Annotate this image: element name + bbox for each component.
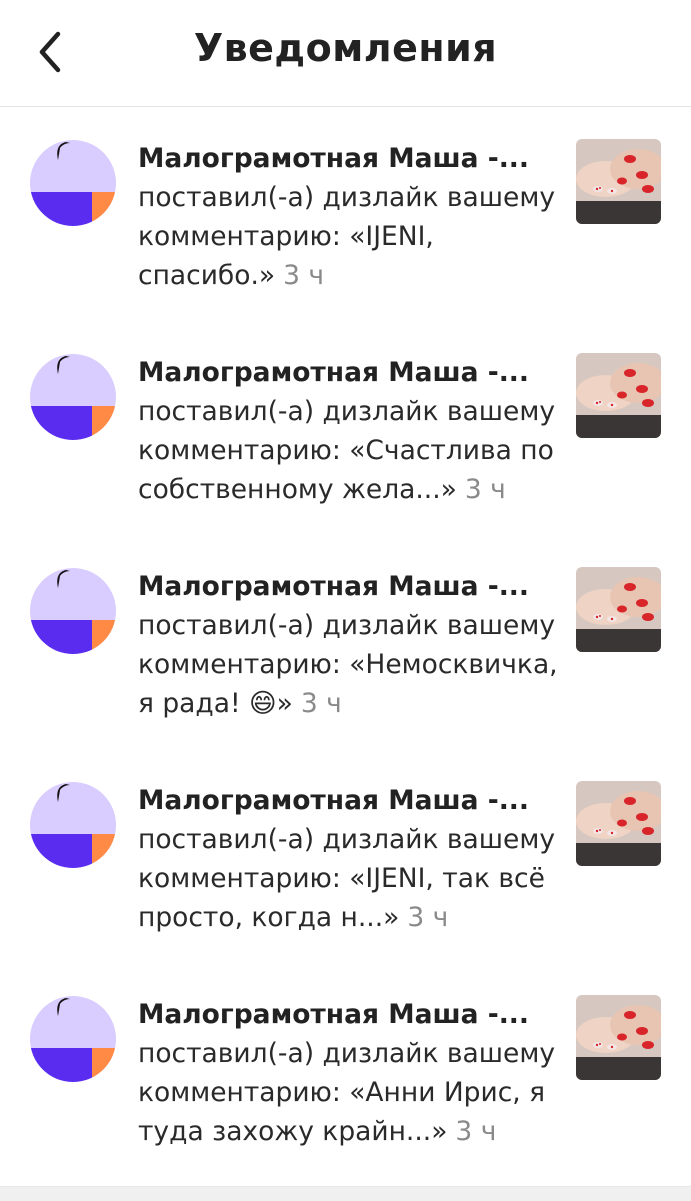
- page-title: Уведомления: [193, 26, 498, 70]
- avatar[interactable]: [30, 782, 116, 868]
- notification-list: Малограмотная Маша -... поставил(-а) дизл…: [0, 107, 691, 1177]
- notification-text: Малограмотная Маша -... поставил(-а) дизл…: [138, 353, 558, 509]
- notification-action: поставил(-а) дизлайк вашему комментарию:…: [138, 824, 556, 933]
- avatar[interactable]: [30, 140, 116, 226]
- user-name[interactable]: Малограмотная Маша -...: [138, 781, 558, 820]
- notification-time: 3 ч: [464, 474, 506, 505]
- comment-thumbnail[interactable]: [576, 139, 661, 224]
- comment-thumbnail[interactable]: [576, 781, 661, 866]
- user-name[interactable]: Малограмотная Маша -...: [138, 139, 558, 178]
- notification-item[interactable]: Малограмотная Маша -... поставил(-а) дизл…: [0, 535, 691, 749]
- notification-text: Малограмотная Маша -... поставил(-а) дизл…: [138, 567, 558, 723]
- notification-text: Малограмотная Маша -... поставил(-а) дизл…: [138, 781, 558, 937]
- avatar[interactable]: [30, 568, 116, 654]
- notification-time: 3 ч: [283, 260, 325, 291]
- user-name[interactable]: Малограмотная Маша -...: [138, 353, 558, 392]
- notification-item[interactable]: Малограмотная Маша -... поставил(-а) дизл…: [0, 107, 691, 321]
- notification-text: Малограмотная Маша -... поставил(-а) дизл…: [138, 995, 558, 1151]
- notification-item[interactable]: Малограмотная Маша -... поставил(-а) дизл…: [0, 749, 691, 963]
- notification-action: поставил(-а) дизлайк вашему комментарию:…: [138, 182, 556, 291]
- comment-thumbnail[interactable]: [576, 353, 661, 438]
- user-name[interactable]: Малограмотная Маша -...: [138, 567, 558, 606]
- notification-item[interactable]: Малограмотная Маша -... поставил(-а) дизл…: [0, 321, 691, 535]
- user-name[interactable]: Малограмотная Маша -...: [138, 995, 558, 1034]
- notification-time: 3 ч: [455, 1116, 497, 1147]
- header: Уведомления: [0, 0, 691, 107]
- notification-time: 3 ч: [407, 902, 449, 933]
- comment-thumbnail[interactable]: [576, 567, 661, 652]
- avatar[interactable]: [30, 354, 116, 440]
- bottom-divider: [0, 1186, 691, 1201]
- notification-text: Малограмотная Маша -... поставил(-а) дизл…: [138, 139, 558, 295]
- notification-item[interactable]: Малограмотная Маша -... поставил(-а) дизл…: [0, 963, 691, 1177]
- notification-time: 3 ч: [300, 688, 342, 719]
- comment-thumbnail[interactable]: [576, 995, 661, 1080]
- avatar[interactable]: [30, 996, 116, 1082]
- notification-action: поставил(-а) дизлайк вашему комментарию:…: [138, 610, 558, 719]
